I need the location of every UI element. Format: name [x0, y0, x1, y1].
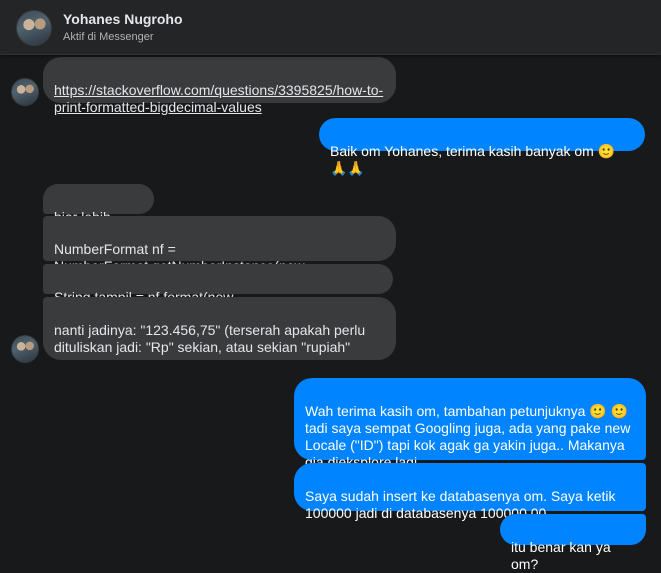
message-bubble-incoming[interactable]: NumberFormat nf = NumberFormat.getNumber…: [43, 216, 396, 291]
contact-avatar-small[interactable]: [11, 78, 39, 106]
chat-header: Yohanes Nugroho Aktif di Messenger: [0, 0, 661, 55]
contact-avatar-small[interactable]: [11, 335, 39, 363]
message-bubble-incoming[interactable]: biar lebih jelas:: [43, 184, 154, 242]
message-bubble-outgoing[interactable]: Wah terima kasih om, tambahan petunjukny…: [294, 378, 646, 470]
message-bubble-outgoing[interactable]: Saya sudah insert ke databasenya om. Say…: [294, 463, 646, 521]
contact-avatar[interactable]: [16, 10, 52, 46]
message-link[interactable]: https://stackoverflow.com/questions/3395…: [54, 82, 383, 115]
message-bubble-outgoing[interactable]: Baik om Yohanes, terima kasih banyak om …: [319, 118, 645, 176]
message-bubble-incoming[interactable]: nanti jadinya: "123.456,75" (terserah ap…: [43, 297, 396, 360]
message-text: nanti jadinya: "123.456,75" (terserah ap…: [54, 322, 366, 355]
contact-name[interactable]: Yohanes Nugroho: [63, 11, 183, 27]
message-bubble-outgoing[interactable]: itu benar kan ya om?: [500, 514, 646, 572]
message-bubble-link[interactable]: https://stackoverflow.com/questions/3395…: [43, 57, 396, 115]
message-bubble-incoming[interactable]: String tampil = nf.format(new BigDecimal…: [43, 264, 393, 322]
message-text: Wah terima kasih om, tambahan petunjukny…: [305, 403, 631, 470]
contact-status: Aktif di Messenger: [63, 31, 154, 43]
message-text: itu benar kan ya om?: [511, 539, 611, 572]
message-text: Baik om Yohanes, terima kasih banyak om …: [330, 143, 616, 176]
